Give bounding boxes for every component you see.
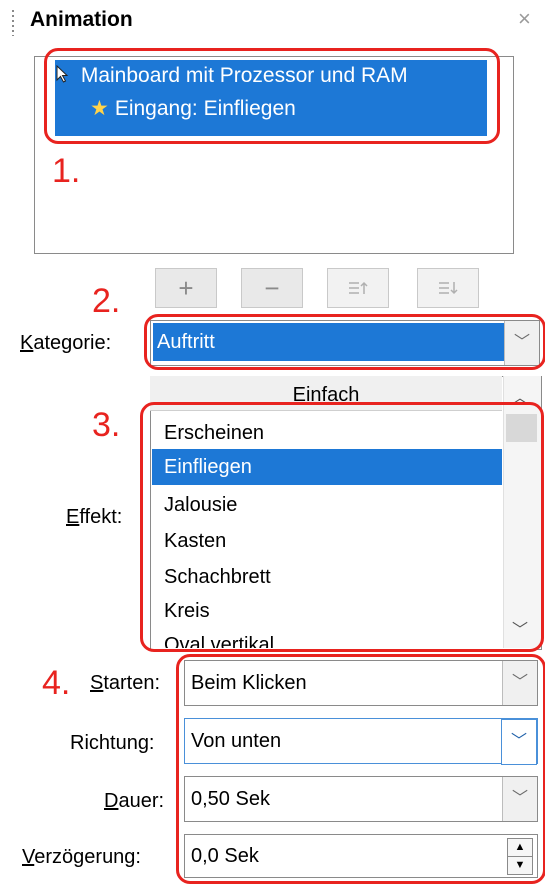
panel-grip[interactable] xyxy=(12,10,14,36)
starten-label: Starten: xyxy=(90,672,161,694)
move-up-icon xyxy=(349,281,368,294)
move-down-button[interactable] xyxy=(417,268,479,308)
move-up-button[interactable] xyxy=(327,268,389,308)
callout-number-2: 2. xyxy=(92,282,121,320)
callout-number-4: 4. xyxy=(42,664,71,702)
callout-box-4 xyxy=(176,654,545,884)
kategorie-label: Kategorie: xyxy=(20,332,112,354)
close-icon[interactable]: × xyxy=(518,6,531,32)
callout-number-3: 3. xyxy=(92,406,121,444)
callout-box-2 xyxy=(144,314,545,370)
panel-title: Animation xyxy=(30,8,133,31)
remove-effect-button[interactable]: − xyxy=(241,268,303,308)
verzoegerung-label: Verzögerung: xyxy=(22,846,141,868)
callout-number-1: 1. xyxy=(52,152,81,190)
callout-box-1 xyxy=(44,48,500,144)
add-effect-button[interactable]: + xyxy=(155,268,217,308)
dauer-label: Dauer: xyxy=(104,790,165,812)
callout-box-3 xyxy=(140,402,544,652)
richtung-label: Richtung: xyxy=(70,732,155,754)
move-down-icon xyxy=(439,282,458,295)
effekt-label: Effekt: xyxy=(66,506,123,528)
